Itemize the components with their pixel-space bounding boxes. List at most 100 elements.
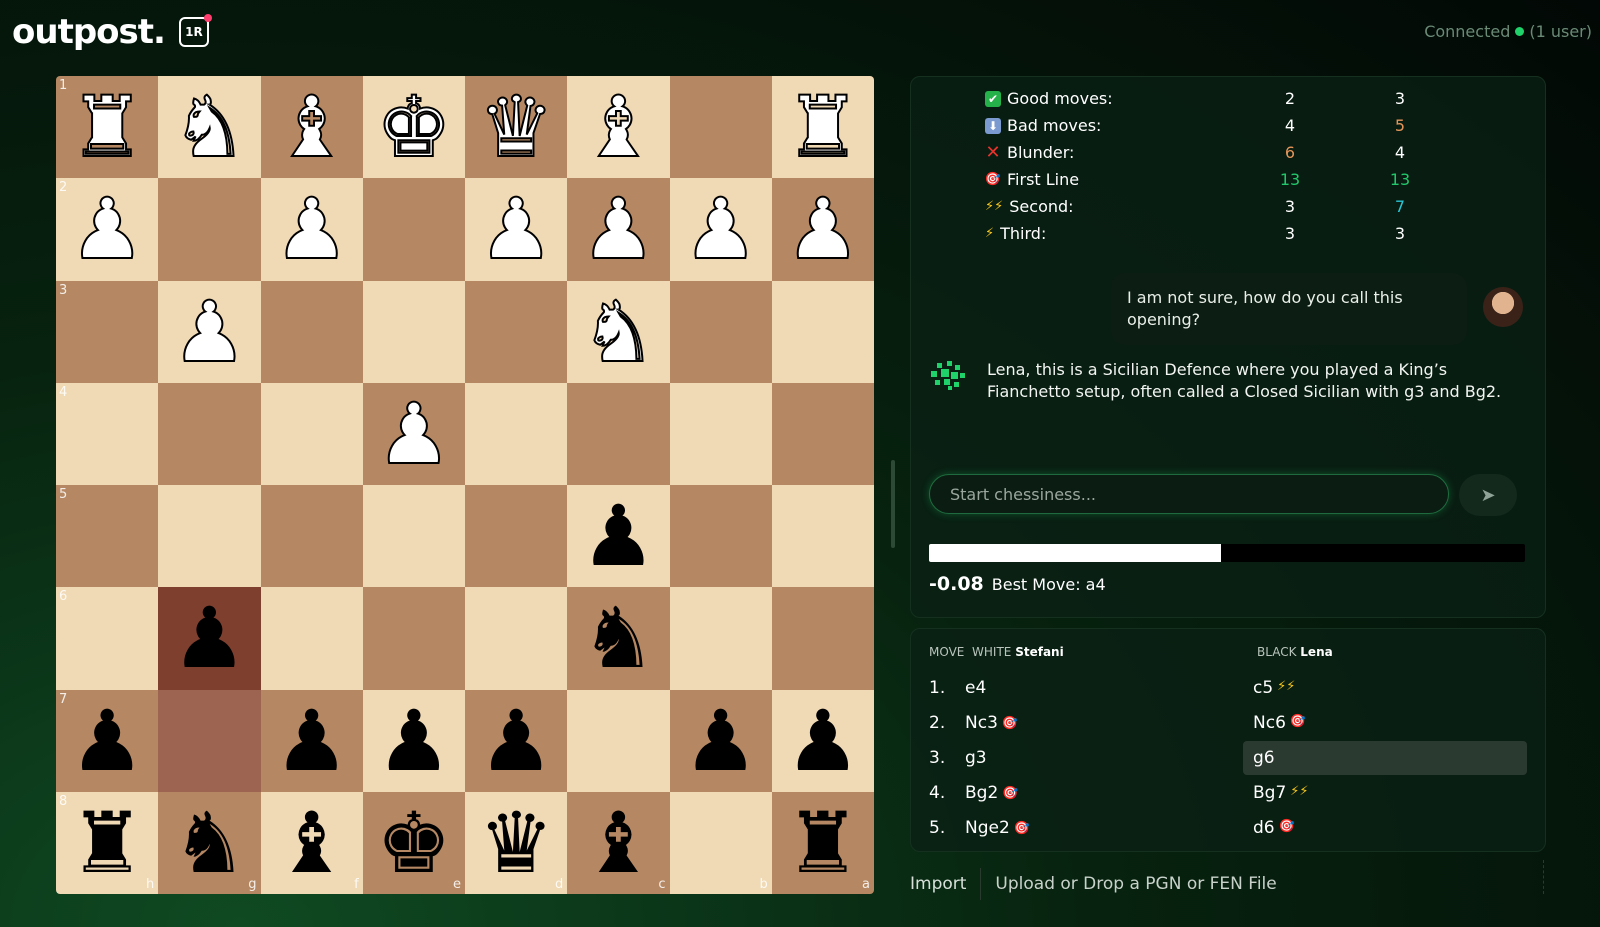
square-h2[interactable]: 2 ♟ — [56, 178, 159, 281]
square-g3[interactable]: ♟ — [158, 280, 261, 383]
square-g8[interactable]: g ♞ — [158, 791, 261, 894]
square-b3[interactable] — [669, 280, 772, 383]
square-e8[interactable]: e ♚ — [362, 791, 465, 894]
square-d6[interactable] — [465, 587, 568, 690]
white-pawn-icon[interactable]: ♟ — [477, 186, 554, 272]
square-a3[interactable] — [771, 280, 874, 383]
square-e6[interactable] — [362, 587, 465, 690]
square-c2[interactable]: ♟ — [567, 178, 670, 281]
black-rook-icon[interactable]: ♜ — [785, 801, 860, 885]
square-c1[interactable]: ♝ — [567, 76, 670, 179]
square-a6[interactable] — [771, 587, 874, 690]
square-f7[interactable]: ♟ — [260, 689, 363, 792]
square-b7[interactable]: ♟ — [669, 689, 772, 792]
black-pawn-icon[interactable]: ♟ — [785, 699, 860, 783]
square-d4[interactable] — [465, 382, 568, 485]
black-pawn-icon[interactable]: ♟ — [172, 596, 247, 680]
square-d7[interactable]: ♟ — [465, 689, 568, 792]
black-move[interactable]: d6 🎯 — [1243, 811, 1527, 845]
square-a4[interactable] — [771, 382, 874, 485]
square-h8[interactable]: 8 h ♜ — [56, 791, 159, 894]
black-pawn-icon[interactable]: ♟ — [581, 494, 656, 578]
square-a1[interactable]: ♜ — [771, 76, 874, 179]
square-b2[interactable]: ♟ — [669, 178, 772, 281]
square-e4[interactable]: ♟ — [362, 382, 465, 485]
white-bishop-icon[interactable]: ♝ — [580, 84, 657, 170]
square-f8[interactable]: f ♝ — [260, 791, 363, 894]
white-pawn-icon[interactable]: ♟ — [580, 186, 657, 272]
white-pawn-icon[interactable]: ♟ — [375, 391, 452, 477]
square-a2[interactable]: ♟ — [771, 178, 874, 281]
square-g1[interactable]: ♞ — [158, 76, 261, 179]
send-button[interactable]: ➤ — [1459, 474, 1517, 516]
white-pawn-icon[interactable]: ♟ — [171, 289, 248, 375]
square-d2[interactable]: ♟ — [465, 178, 568, 281]
square-h7[interactable]: 7 ♟ — [56, 689, 159, 792]
import-bar[interactable]: Import Upload or Drop a PGN or FEN File — [910, 868, 1277, 900]
black-queen-icon[interactable]: ♛ — [478, 801, 553, 885]
square-e5[interactable] — [362, 485, 465, 588]
square-b1[interactable] — [669, 76, 772, 179]
white-pawn-icon[interactable]: ♟ — [68, 186, 145, 272]
square-h5[interactable]: 5 — [56, 485, 159, 588]
black-pawn-icon[interactable]: ♟ — [274, 699, 349, 783]
square-d8[interactable]: d ♛ — [465, 791, 568, 894]
square-e3[interactable] — [362, 280, 465, 383]
white-bishop-icon[interactable]: ♝ — [273, 84, 350, 170]
square-f5[interactable] — [260, 485, 363, 588]
square-g5[interactable] — [158, 485, 261, 588]
square-h3[interactable]: 3 — [56, 280, 159, 383]
square-a5[interactable] — [771, 485, 874, 588]
logo[interactable]: outpost. 1R — [12, 12, 212, 52]
black-pawn-icon[interactable]: ♟ — [69, 699, 144, 783]
white-king-icon[interactable]: ♚ — [375, 84, 452, 170]
square-d1[interactable]: ♛ — [465, 76, 568, 179]
square-f1[interactable]: ♝ — [260, 76, 363, 179]
white-move[interactable]: Bg2 🎯 — [965, 783, 1018, 803]
square-h6[interactable]: 6 — [56, 587, 159, 690]
resize-handle[interactable] — [891, 460, 895, 548]
square-b8[interactable]: b — [669, 791, 772, 894]
square-c8[interactable]: c ♝ — [567, 791, 670, 894]
square-g4[interactable] — [158, 382, 261, 485]
square-c3[interactable]: ♞ — [567, 280, 670, 383]
square-a7[interactable]: ♟ — [771, 689, 874, 792]
square-h4[interactable]: 4 — [56, 382, 159, 485]
black-pawn-icon[interactable]: ♟ — [478, 699, 553, 783]
white-move[interactable]: e4 — [965, 678, 990, 698]
black-knight-icon[interactable]: ♞ — [581, 596, 656, 680]
square-b6[interactable] — [669, 587, 772, 690]
white-pawn-icon[interactable]: ♟ — [784, 186, 861, 272]
square-g7[interactable] — [158, 689, 261, 792]
white-queen-icon[interactable]: ♛ — [477, 84, 554, 170]
black-rook-icon[interactable]: ♜ — [69, 801, 144, 885]
square-c7[interactable] — [567, 689, 670, 792]
import-dropzone[interactable]: Upload or Drop a PGN or FEN File — [995, 874, 1276, 894]
square-f4[interactable] — [260, 382, 363, 485]
white-knight-icon[interactable]: ♞ — [580, 289, 657, 375]
white-rook-icon[interactable]: ♜ — [784, 84, 861, 170]
white-move[interactable]: Nge2 🎯 — [965, 818, 1030, 838]
white-move[interactable]: g3 — [965, 748, 991, 768]
chess-board[interactable]: 1 ♜ ♞ ♝ ♚ ♛ ♝ ♜ 2 ♟ ♟ ♟ ♟ ♟ ♟ 3 ♟ ♞ 4 ♟ 5 ♟ 6 ♟ ♞ 7 ♟ ♟ ♟ ♟ ♟ ♟ 8 h ♜ g ♞ f ♝ e… — [56, 76, 874, 894]
black-bishop-icon[interactable]: ♝ — [581, 801, 656, 885]
black-move[interactable]: Nc6 🎯 — [1243, 706, 1527, 740]
square-g6[interactable]: ♟ — [158, 587, 261, 690]
black-knight-icon[interactable]: ♞ — [172, 801, 247, 885]
chat-input[interactable] — [929, 474, 1449, 514]
black-move[interactable]: c5 ⚡⚡ — [1243, 671, 1527, 705]
square-b4[interactable] — [669, 382, 772, 485]
black-bishop-icon[interactable]: ♝ — [274, 801, 349, 885]
black-pawn-icon[interactable]: ♟ — [683, 699, 758, 783]
white-pawn-icon[interactable]: ♟ — [273, 186, 350, 272]
square-a8[interactable]: a ♜ — [771, 791, 874, 894]
black-move[interactable]: g6 — [1243, 741, 1527, 775]
square-g2[interactable] — [158, 178, 261, 281]
square-e7[interactable]: ♟ — [362, 689, 465, 792]
square-d3[interactable] — [465, 280, 568, 383]
black-king-icon[interactable]: ♚ — [376, 801, 451, 885]
square-e2[interactable] — [362, 178, 465, 281]
square-h1[interactable]: 1 ♜ — [56, 76, 159, 179]
white-rook-icon[interactable]: ♜ — [68, 84, 145, 170]
white-knight-icon[interactable]: ♞ — [171, 84, 248, 170]
